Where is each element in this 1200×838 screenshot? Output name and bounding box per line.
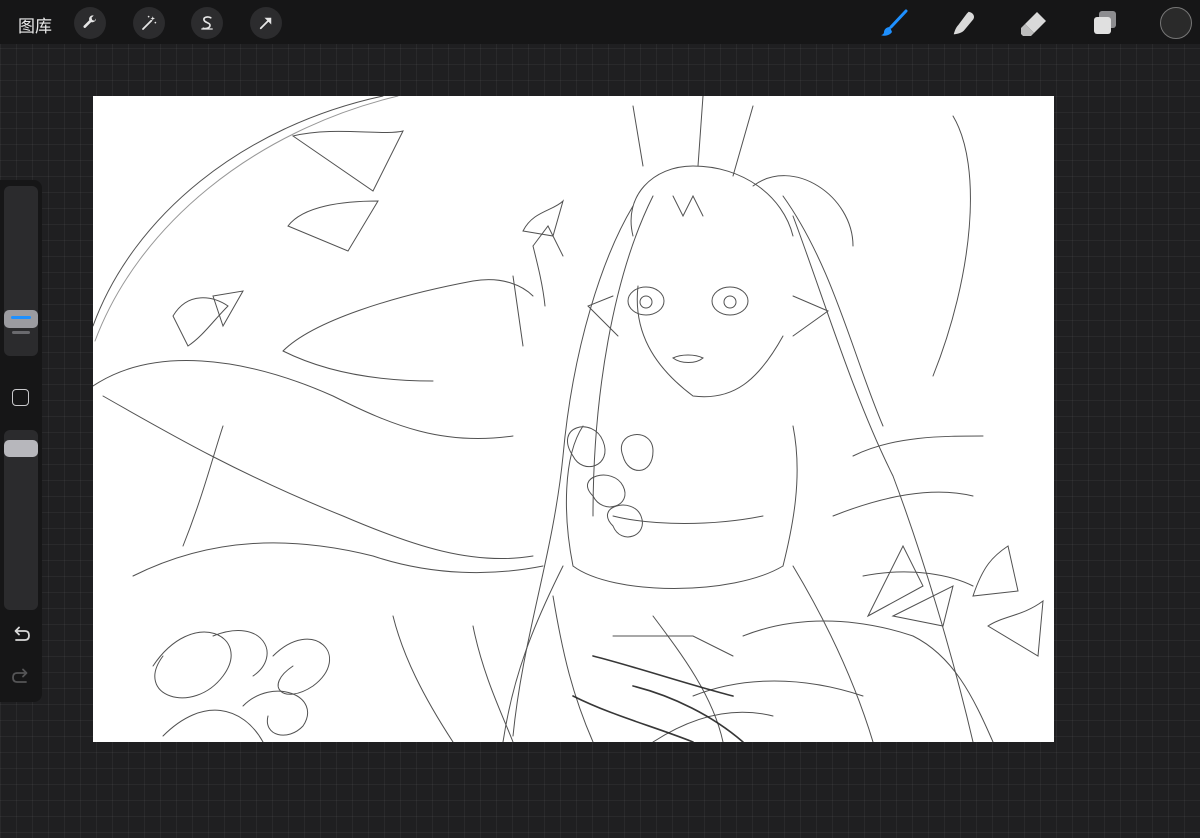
gallery-button[interactable]: 图库 xyxy=(18,12,52,37)
eraser-tool[interactable] xyxy=(1017,6,1051,40)
brush-opacity-slider[interactable] xyxy=(4,430,38,610)
selection-icon xyxy=(201,16,213,30)
pencil-sketch-artwork xyxy=(93,96,1044,742)
magic-wand-icon xyxy=(142,15,157,30)
layers-icon xyxy=(1094,11,1116,34)
color-picker-button[interactable] xyxy=(1160,7,1192,39)
brush-size-handle[interactable] xyxy=(4,310,38,328)
size-indicator-shadow xyxy=(12,331,30,334)
transform-button[interactable] xyxy=(250,7,282,39)
modify-button[interactable] xyxy=(12,389,29,406)
size-indicator xyxy=(11,316,31,319)
transform-arrow-icon xyxy=(259,17,272,30)
adjustments-button[interactable] xyxy=(133,7,165,39)
undo-button[interactable] xyxy=(10,624,32,646)
drawing-canvas[interactable] xyxy=(93,96,1054,742)
layers-tool[interactable] xyxy=(1088,6,1122,40)
smudge-tool[interactable] xyxy=(947,6,981,40)
brush-opacity-handle[interactable] xyxy=(4,440,38,457)
actions-button[interactable] xyxy=(74,7,106,39)
brush-icon xyxy=(881,9,908,36)
redo-button[interactable] xyxy=(10,666,32,688)
wrench-icon xyxy=(83,15,97,28)
selection-button[interactable] xyxy=(191,7,223,39)
smudge-icon xyxy=(953,11,975,35)
eraser-icon xyxy=(1021,12,1046,36)
undo-arrow-icon xyxy=(14,626,30,641)
top-toolbar: 图库 xyxy=(0,0,1200,44)
redo-arrow-icon xyxy=(12,668,28,683)
left-sidebar xyxy=(0,180,42,702)
brush-tool[interactable] xyxy=(877,6,911,40)
